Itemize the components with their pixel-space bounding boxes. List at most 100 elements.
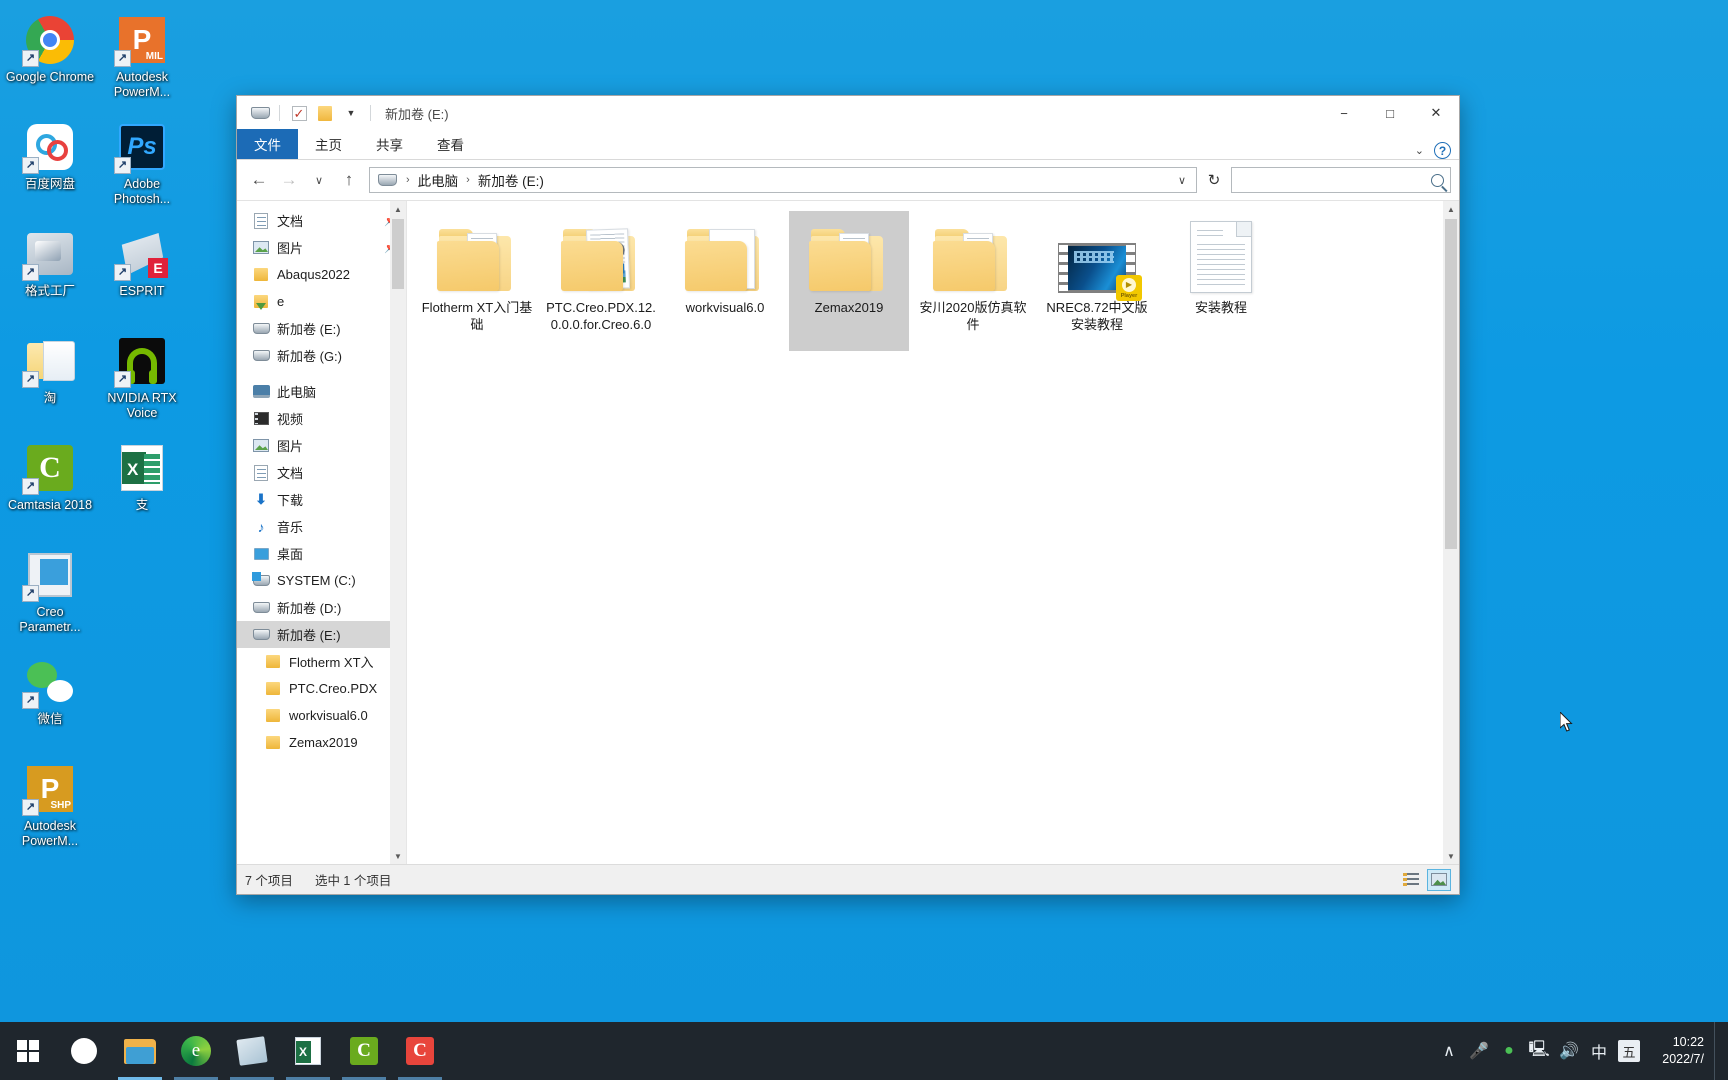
file-item[interactable]: 安装教程 xyxy=(1161,211,1281,351)
nav-tree-item[interactable]: 新加卷 (E:) xyxy=(237,621,406,648)
nav-tree-item[interactable]: ⬇ 下载 xyxy=(237,486,406,513)
search-icon[interactable] xyxy=(1431,173,1444,187)
scroll-down-icon[interactable]: ▼ xyxy=(390,848,406,864)
minimize-button[interactable]: − xyxy=(1321,96,1367,130)
scrollbar-thumb[interactable] xyxy=(1445,219,1457,549)
nav-tree-item[interactable]: workvisual6.0 xyxy=(237,702,406,729)
nav-tree-item[interactable]: PTC.Creo.PDX xyxy=(237,675,406,702)
clock[interactable]: 10:22 2022/7/ xyxy=(1644,1034,1714,1068)
desktop-icon-baidu-netdisk[interactable]: 百度网盘 xyxy=(4,115,96,222)
desktop-icon xyxy=(251,545,271,563)
close-button[interactable]: ✕ xyxy=(1413,96,1459,130)
file-item[interactable]: PTC.Creo.PDX.12.0.0.0.for.Creo.6.0 xyxy=(541,211,661,351)
properties-icon[interactable] xyxy=(247,100,273,126)
nav-tree-item[interactable]: 新加卷 (E:) xyxy=(237,315,406,342)
scroll-up-icon[interactable]: ▲ xyxy=(1443,201,1459,217)
desktop-icon-autodesk-powermill[interactable]: PMIL Autodesk PowerM... xyxy=(96,8,188,115)
tab-home[interactable]: 主页 xyxy=(298,129,359,159)
nav-tree-item[interactable]: Abaqus2022 xyxy=(237,261,406,288)
file-list-pane[interactable]: Flotherm XT入门基础 PTC.Creo.PDX.12.0.0.0.for… xyxy=(407,201,1459,864)
refresh-button[interactable]: ↻ xyxy=(1199,167,1229,193)
scrollbar-thumb[interactable] xyxy=(392,219,404,289)
navpane-scrollbar[interactable]: ▲ ▼ xyxy=(390,201,406,864)
ime-mode-icon[interactable]: 五 xyxy=(1618,1040,1640,1062)
nav-tree-item-label: Abaqus2022 xyxy=(277,267,351,282)
desktop-icon-google-chrome[interactable]: Google Chrome xyxy=(4,8,96,115)
desktop-icon-autodesk-powershape[interactable]: PSHP Autodesk PowerM... xyxy=(4,757,96,864)
taskbar-excel[interactable]: X xyxy=(280,1022,336,1080)
scroll-down-icon[interactable]: ▼ xyxy=(1443,848,1459,864)
desktop-icon-esprit[interactable]: E ESPRIT xyxy=(96,222,188,329)
checked-box-icon[interactable]: ✓ xyxy=(286,100,312,126)
pictures-icon xyxy=(251,437,271,455)
desktop-icon-camtasia-2018[interactable]: C Camtasia 2018 xyxy=(4,436,96,543)
show-desktop-button[interactable] xyxy=(1714,1022,1722,1080)
nav-tree-item[interactable]: 桌面 xyxy=(237,540,406,567)
nav-tree-item[interactable]: 新加卷 (D:) xyxy=(237,594,406,621)
scroll-up-icon[interactable]: ▲ xyxy=(390,201,406,217)
new-folder-icon[interactable] xyxy=(312,100,338,126)
file-item[interactable]: Flotherm XT入门基础 xyxy=(417,211,537,351)
taskbar-camtasia-studio[interactable]: C xyxy=(336,1022,392,1080)
search-input[interactable] xyxy=(1238,173,1431,187)
tab-file[interactable]: 文件 xyxy=(237,129,298,159)
content-scrollbar[interactable]: ▲ ▼ xyxy=(1443,201,1459,864)
taskbar-camtasia-recorder[interactable]: C xyxy=(392,1022,448,1080)
volume-icon[interactable]: 🔊 xyxy=(1554,1022,1584,1080)
tab-share[interactable]: 共享 xyxy=(359,129,420,159)
taskbar-search[interactable] xyxy=(56,1022,112,1080)
ime-chinese-icon[interactable]: 中 xyxy=(1584,1022,1614,1080)
file-explorer-window: ✓ ▼ 新加卷 (E:) − □ ✕ 文件 主页 共享 查看 ⌄ ? ← → ∨… xyxy=(236,95,1460,895)
network-icon[interactable]: 🖳 xyxy=(1524,1022,1554,1080)
file-item[interactable]: 安川2020版仿真软件 xyxy=(913,211,1033,351)
nav-tree-item[interactable]: 文档📌 xyxy=(237,207,406,234)
nav-tree-item[interactable]: 新加卷 (G:) xyxy=(237,342,406,369)
help-icon[interactable]: ? xyxy=(1434,142,1451,159)
desktop-icon-excel-file[interactable]: X 支 xyxy=(96,436,188,543)
wechat-tray-icon[interactable]: ● xyxy=(1494,1022,1524,1080)
desktop-icon-taobao[interactable]: 淘 xyxy=(4,329,96,436)
recent-locations-button[interactable]: ∨ xyxy=(305,166,333,194)
desktop-icon-adobe-photoshop[interactable]: Ps Adobe Photosh... xyxy=(96,115,188,222)
taskbar-microsoft-edge[interactable]: e xyxy=(168,1022,224,1080)
show-hidden-icons-icon[interactable]: ∧ xyxy=(1434,1022,1464,1080)
file-item[interactable]: Zemax2019 xyxy=(789,211,909,351)
nav-tree-item[interactable]: 文档 xyxy=(237,459,406,486)
desktop-icon-format-factory[interactable]: 格式工厂 xyxy=(4,222,96,329)
large-icons-view-button[interactable] xyxy=(1427,868,1451,891)
nav-tree-item[interactable]: ♪ 音乐 xyxy=(237,513,406,540)
back-button[interactable]: ← xyxy=(245,166,273,194)
desktop-icon-nvidia-rtx-voice[interactable]: NVIDIA RTX Voice xyxy=(96,329,188,436)
desktop-icon-wechat[interactable]: 微信 xyxy=(4,650,96,757)
search-box[interactable] xyxy=(1231,167,1451,193)
details-view-button[interactable] xyxy=(1399,869,1423,891)
play-icon: ▶ xyxy=(1122,277,1136,292)
nav-tree-item[interactable]: Zemax2019 xyxy=(237,729,406,756)
nav-tree-item[interactable]: 图片📌 xyxy=(237,234,406,261)
tab-view[interactable]: 查看 xyxy=(420,129,481,159)
desktop-icon-creo-parametric[interactable]: Creo Parametr... xyxy=(4,543,96,650)
nav-tree-item[interactable]: e xyxy=(237,288,406,315)
chevron-down-icon[interactable]: ⌄ xyxy=(1415,144,1424,157)
nav-tree-item[interactable]: 此电脑 xyxy=(237,378,406,405)
file-item[interactable]: workvisual6.0 xyxy=(665,211,785,351)
chevron-down-icon[interactable]: ∨ xyxy=(1172,174,1192,187)
file-item[interactable]: ▶ Player NREC8.72中文版安装教程 xyxy=(1037,211,1157,351)
taskbar-sticky-notes[interactable] xyxy=(224,1022,280,1080)
breadcrumb-this-pc[interactable]: 此电脑 xyxy=(415,170,462,190)
address-bar[interactable]: › 此电脑 › 新加卷 (E:) ∨ xyxy=(369,167,1197,193)
maximize-button[interactable]: □ xyxy=(1367,96,1413,130)
up-button[interactable]: ↑ xyxy=(335,166,363,194)
nav-tree-item[interactable]: 视频 xyxy=(237,405,406,432)
start-button[interactable] xyxy=(0,1022,56,1080)
view-toggle-group xyxy=(1399,868,1451,891)
taskbar-file-explorer[interactable] xyxy=(112,1022,168,1080)
microphone-icon[interactable]: 🎤 xyxy=(1464,1022,1494,1080)
nav-tree-item[interactable]: Flotherm XT入 xyxy=(237,648,406,675)
title-bar[interactable]: ✓ ▼ 新加卷 (E:) − □ ✕ xyxy=(237,96,1459,130)
forward-button[interactable]: → xyxy=(275,166,303,194)
nav-tree-item[interactable]: SYSTEM (C:) xyxy=(237,567,406,594)
chevron-down-icon[interactable]: ▼ xyxy=(338,100,364,126)
breadcrumb-drive-e[interactable]: 新加卷 (E:) xyxy=(475,170,547,190)
nav-tree-item[interactable]: 图片 xyxy=(237,432,406,459)
